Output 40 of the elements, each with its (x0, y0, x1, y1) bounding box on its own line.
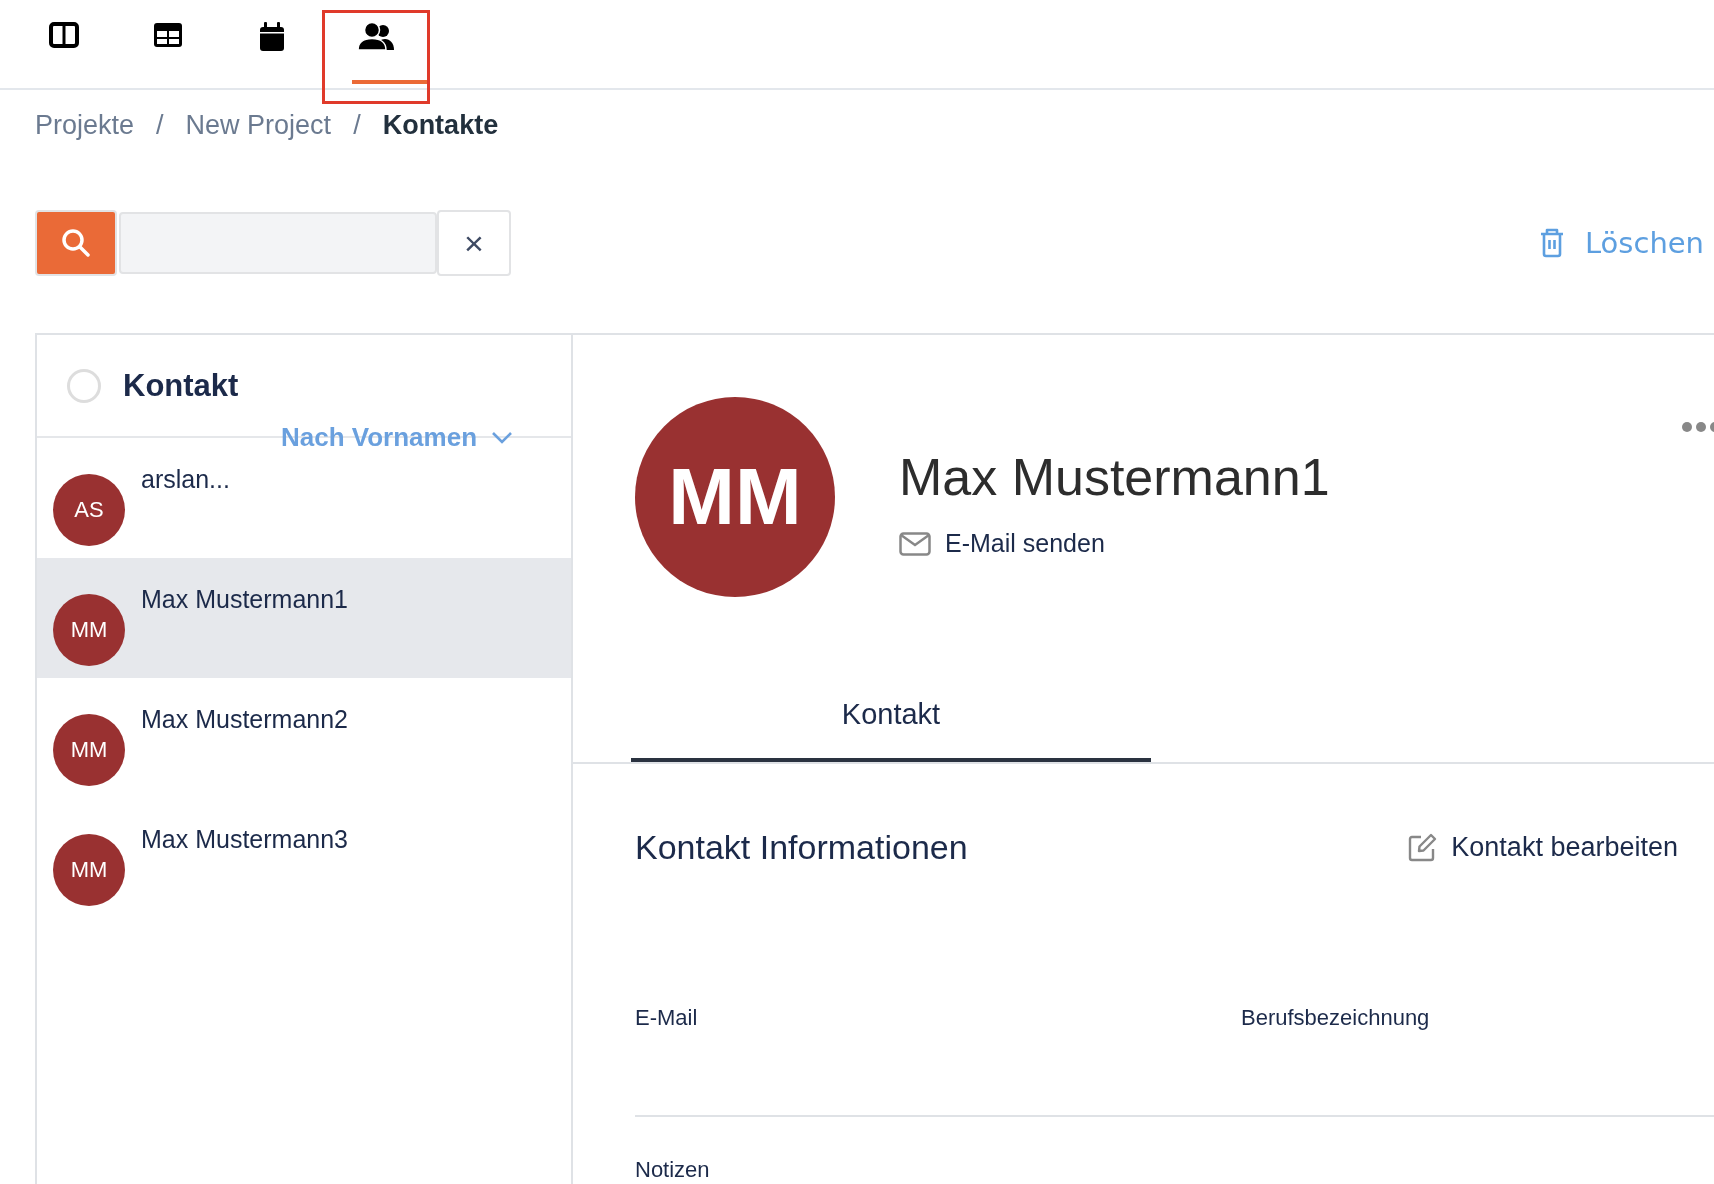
breadcrumb-separator: / (353, 110, 361, 141)
chevron-down-icon (491, 430, 513, 444)
search-icon (61, 228, 91, 258)
breadcrumb-link[interactable]: Projekte (35, 110, 135, 141)
select-all-checkbox[interactable] (67, 368, 101, 403)
contact-name: Max Mustermann1 (899, 447, 1330, 507)
trash-icon (1538, 228, 1565, 258)
search-field[interactable] (119, 212, 437, 274)
contact-item[interactable]: AS arslan... (37, 456, 571, 558)
pencil-square-icon (1407, 832, 1438, 863)
avatar: MM (635, 397, 835, 597)
contact-name: Max Mustermann2 (141, 705, 349, 735)
avatar: MM (53, 834, 125, 906)
field-label: Notizen (635, 1157, 711, 1183)
contact-name: arslan... (141, 465, 230, 495)
contact-item[interactable]: MM Max Mustermann2 (37, 678, 571, 798)
avatar: AS (53, 474, 125, 546)
calendar-icon (259, 22, 285, 52)
breadcrumb-separator: / (156, 110, 164, 141)
contact-name: Max Mustermann1 (141, 585, 349, 615)
table-icon (153, 22, 183, 48)
contact-item[interactable]: MM Max Mustermann1 (37, 558, 571, 678)
columns-icon (49, 22, 79, 48)
more-icon[interactable] (1681, 421, 1714, 433)
field-label: Berufsbezeichnung (1241, 1005, 1431, 1032)
envelope-icon (899, 531, 931, 556)
contact-item[interactable]: MM Max Mustermann3 (37, 798, 571, 918)
column-header: Kontakt (123, 367, 239, 404)
edit-contact-button[interactable]: Kontakt bearbeiten (1401, 831, 1684, 864)
tab[interactable]: Kontakt (631, 670, 1151, 762)
people-icon (357, 22, 395, 52)
search-button[interactable] (35, 210, 117, 276)
avatar: MM (53, 594, 125, 666)
field-label: E-Mail (635, 1005, 699, 1032)
breadcrumb-link[interactable]: New Project (185, 110, 332, 141)
clear-button[interactable]: × (437, 210, 511, 276)
contact-name: Max Mustermann3 (141, 825, 349, 855)
section-title: Kontakt Informationen (635, 828, 968, 867)
send-email-link[interactable]: E-Mail senden (899, 529, 1105, 558)
avatar: MM (53, 714, 125, 786)
